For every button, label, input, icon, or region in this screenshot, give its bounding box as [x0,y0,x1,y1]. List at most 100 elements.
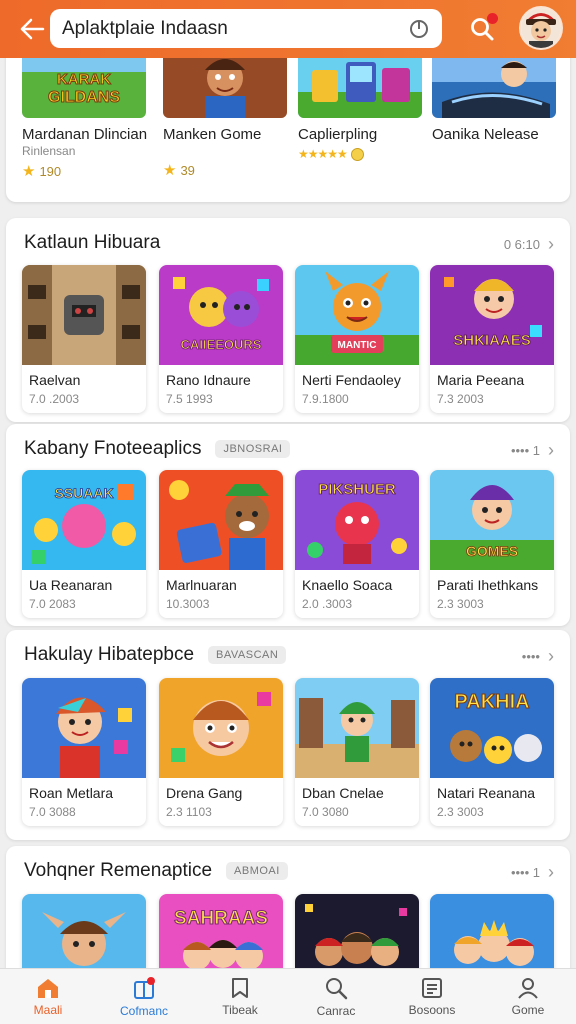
game-thumbnail: GOMES [430,470,554,570]
game-title: Dban Cnelae [302,785,384,801]
game-meta: 7.0 .2003 [29,392,80,406]
search-bar[interactable]: Aplaktplaie Indaasn [50,9,442,48]
svg-text:SHKIAAES: SHKIAAES [453,332,531,349]
section-more-button[interactable]: •••• › [522,646,554,667]
nav-label: Canrac [316,1003,356,1018]
game-card[interactable]: Drena Gang 2.3 1103 [159,678,283,826]
back-button[interactable] [12,9,52,49]
svg-text:KARAK: KARAK [57,71,111,88]
game-meta: 7.3 2003 [437,392,484,406]
rating: ★ 190 [22,163,62,180]
game-card[interactable]: SSUAAK Ua Reanaran 7.0 2083 [22,470,146,618]
nav-label: Bosoons [408,1002,456,1017]
game-thumbnail [22,678,146,778]
game-card[interactable]: GOMES Parati Ihethkans 2.3 3003 [430,470,554,618]
notification-dot [487,13,498,24]
game-title: Marlnuaran [166,577,237,593]
game-thumbnail: SSUAAK [22,470,146,570]
section-katlaun: Katlaun Hibuara 0 6:10 › Raelvan 7.0 .200… [6,218,570,422]
featured-item[interactable]: Oanika Nelease [432,52,556,143]
game-thumbnail: PAKHIA [430,678,554,778]
search-input[interactable]: Aplaktplaie Indaasn [62,18,408,40]
nav-tab-library[interactable]: Tibeak [192,969,288,1024]
game-title: Natari Reanana [437,785,536,801]
section-vohqner: Vohqner Remenaptice ABMOAI •••• 1 › SAHRA… [6,846,570,1024]
chevron-right-icon: › [548,440,554,460]
featured-title: Caplierpling [298,126,378,143]
section-header: Hakulay Hibatepbce BAVASCAN [24,644,287,666]
game-thumbnail [22,265,146,365]
section-more-button[interactable]: •••• 1 › [511,862,554,883]
game-card[interactable]: Marlnuaran 10.3003 [159,470,283,618]
game-card[interactable]: CAIIEEOURS Rano Idnaure 7.5 1993 [159,265,283,413]
game-meta: 2.3 3003 [437,805,484,819]
search-icon [326,977,348,999]
game-card[interactable]: MANTIC Nerti Fendaoley 7.9.1800 [295,265,419,413]
svg-text:PAKHIA: PAKHIA [454,691,529,713]
svg-text:CAIIEEOURS: CAIIEEOURS [181,337,262,352]
featured-item[interactable]: KARAK GILDANS Mardanan Dlincian Rinlensan… [22,52,148,180]
section-more-button[interactable]: 0 6:10 › [504,234,554,255]
game-title: Knaello Soaca [302,577,393,593]
featured-item[interactable]: Caplierpling ★★★★★ [298,52,422,161]
game-title: Parati Ihethkans [437,577,539,593]
nav-label: Tibeak [222,1002,258,1017]
game-title: Rano Idnaure [166,372,251,388]
chevron-right-icon: › [548,646,554,666]
rating: ★ 39 [163,162,195,179]
search-button[interactable] [463,10,501,48]
game-title: Maria Peeana [437,372,525,388]
featured-subtitle: Rinlensan [22,144,76,158]
nav-tab-home[interactable]: Maali [0,969,96,1024]
game-title: Nerti Fendaoley [302,372,401,388]
chevron-right-icon: › [548,862,554,882]
nav-label: Cofmanc [119,1003,169,1018]
gift-icon [134,976,155,999]
game-thumbnail [159,470,283,570]
game-meta: 2.0 .3003 [302,597,353,611]
featured-item[interactable]: Manken Gome ★ 39 [163,52,287,179]
nav-label: Gome [511,1002,545,1017]
featured-thumbnail [298,52,422,118]
nav-tab-profile[interactable]: Gome [480,969,576,1024]
user-icon [518,977,538,999]
game-card[interactable]: SHKIAAES Maria Peeana 7.3 2003 [430,265,554,413]
section-more-button[interactable]: •••• 1 › [511,440,554,461]
game-meta: 2.3 3003 [437,597,484,611]
svg-text:GILDANS: GILDANS [48,89,120,106]
game-card[interactable]: PIKSHUER Knaello Soaca 2.0 .3003 [295,470,419,618]
svg-text:SAHRAAS: SAHRAAS [174,908,268,929]
section-title: Kabany Fnoteeaplics [24,438,202,459]
game-card[interactable]: Raelvan 7.0 .2003 [22,265,146,413]
game-thumbnail [159,678,283,778]
featured-title: Manken Gome [163,126,262,143]
nav-tab-lists[interactable]: Bosoons [384,969,480,1024]
featured-title: Mardanan Dlincian [22,126,148,143]
avatar-image [521,8,561,48]
svg-text:SSUAAK: SSUAAK [54,485,113,501]
game-card[interactable]: Roan Metlara 7.0 3088 [22,678,146,826]
game-meta: 7.0 2083 [29,597,76,611]
svg-text:GOMES: GOMES [466,543,518,559]
game-card[interactable]: PAKHIA Natari Reanana 2.3 3003 [430,678,554,826]
section-hakulay: Hakulay Hibatepbce BAVASCAN •••• › Roan M… [6,630,570,840]
bottom-navigation: Maali Cofmanc Tibeak Canrac Bosoons Gome [0,968,576,1024]
nav-tab-gifts[interactable]: Cofmanc [96,969,192,1024]
game-thumbnail [295,678,419,778]
game-meta: 7.9.1800 [302,392,349,406]
game-meta: 7.0 3080 [302,805,349,819]
nav-tab-search[interactable]: Canrac [288,969,384,1024]
section-header: Katlaun Hibuara [24,232,160,254]
svg-text:PIKSHUER: PIKSHUER [318,481,396,498]
game-meta: 7.5 1993 [166,392,213,406]
rating: ★★★★★ [298,147,422,161]
featured-thumbnail: KARAK GILDANS [22,52,146,118]
game-meta: 7.0 3088 [29,805,76,819]
home-icon [38,978,58,998]
game-card[interactable]: Dban Cnelae 7.0 3080 [295,678,419,826]
featured-thumbnail [163,52,287,118]
section-badge: ABMOAI [226,862,288,880]
avatar[interactable] [519,6,563,50]
refresh-icon[interactable] [408,18,430,40]
game-thumbnail: CAIIEEOURS [159,265,283,365]
